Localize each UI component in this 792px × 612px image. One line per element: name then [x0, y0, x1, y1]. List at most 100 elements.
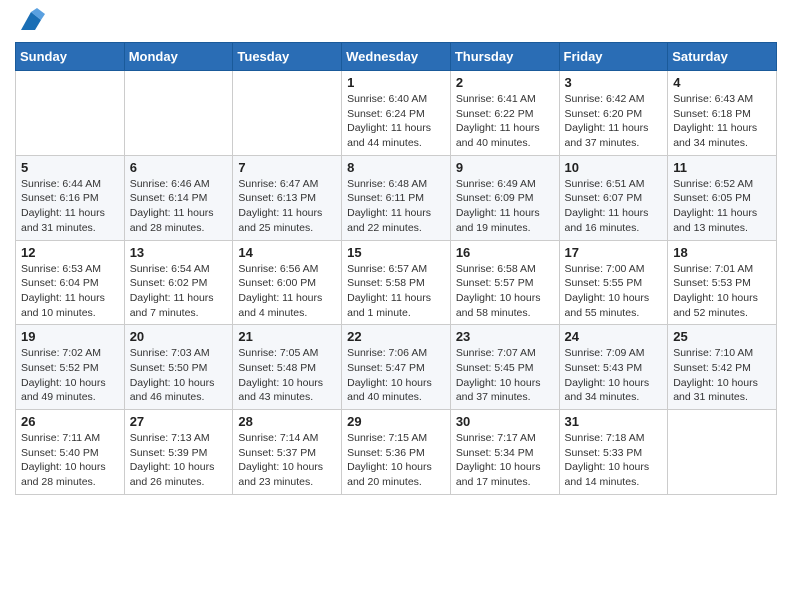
day-cell: 2Sunrise: 6:41 AM Sunset: 6:22 PM Daylig…	[450, 71, 559, 156]
day-cell: 26Sunrise: 7:11 AM Sunset: 5:40 PM Dayli…	[16, 410, 125, 495]
day-number: 19	[21, 329, 119, 344]
day-info: Sunrise: 7:14 AM Sunset: 5:37 PM Dayligh…	[238, 431, 336, 490]
day-info: Sunrise: 7:11 AM Sunset: 5:40 PM Dayligh…	[21, 431, 119, 490]
day-info: Sunrise: 7:00 AM Sunset: 5:55 PM Dayligh…	[565, 262, 663, 321]
day-number: 12	[21, 245, 119, 260]
day-number: 28	[238, 414, 336, 429]
day-info: Sunrise: 6:49 AM Sunset: 6:09 PM Dayligh…	[456, 177, 554, 236]
weekday-thursday: Thursday	[450, 43, 559, 71]
day-info: Sunrise: 6:58 AM Sunset: 5:57 PM Dayligh…	[456, 262, 554, 321]
day-cell: 17 Sunrise: 7:00 AM Sunset: 5:55 PM Dayli…	[559, 240, 668, 325]
day-number: 3	[565, 75, 663, 90]
day-cell: 14Sunrise: 6:56 AM Sunset: 6:00 PM Dayli…	[233, 240, 342, 325]
day-info: Sunrise: 7:10 AM Sunset: 5:42 PM Dayligh…	[673, 346, 771, 405]
day-cell: 10Sunrise: 6:51 AM Sunset: 6:07 PM Dayli…	[559, 155, 668, 240]
day-number: 31	[565, 414, 663, 429]
day-cell: 18 Sunrise: 7:01 AM Sunset: 5:53 PM Dayli…	[668, 240, 777, 325]
calendar-header: SundayMondayTuesdayWednesdayThursdayFrid…	[16, 43, 777, 71]
day-info: Sunrise: 7:03 AM Sunset: 5:50 PM Dayligh…	[130, 346, 228, 405]
week-row-3: 12 Sunrise: 6:53 AM Sunset: 6:04 PM Dayli…	[16, 240, 777, 325]
day-cell: 12 Sunrise: 6:53 AM Sunset: 6:04 PM Dayli…	[16, 240, 125, 325]
day-number: 7	[238, 160, 336, 175]
weekday-header-row: SundayMondayTuesdayWednesdayThursdayFrid…	[16, 43, 777, 71]
week-row-1: 1 Sunrise: 6:40 AM Sunset: 6:24 PM Daylig…	[16, 71, 777, 156]
day-number: 10	[565, 160, 663, 175]
day-number: 15	[347, 245, 445, 260]
day-info: Sunrise: 7:17 AM Sunset: 5:34 PM Dayligh…	[456, 431, 554, 490]
day-cell: 5 Sunrise: 6:44 AM Sunset: 6:16 PM Daylig…	[16, 155, 125, 240]
day-cell: 6 Sunrise: 6:46 AM Sunset: 6:14 PM Daylig…	[124, 155, 233, 240]
day-cell: 21 Sunrise: 7:05 AM Sunset: 5:48 PM Dayli…	[233, 325, 342, 410]
day-cell: 24 Sunrise: 7:09 AM Sunset: 5:43 PM Dayli…	[559, 325, 668, 410]
day-number: 13	[130, 245, 228, 260]
day-info: Sunrise: 7:15 AM Sunset: 5:36 PM Dayligh…	[347, 431, 445, 490]
day-info: Sunrise: 7:02 AM Sunset: 5:52 PM Dayligh…	[21, 346, 119, 405]
day-number: 5	[21, 160, 119, 175]
day-cell: 4Sunrise: 6:43 AM Sunset: 6:18 PM Daylig…	[668, 71, 777, 156]
day-cell: 31 Sunrise: 7:18 AM Sunset: 5:33 PM Dayli…	[559, 410, 668, 495]
day-number: 17	[565, 245, 663, 260]
day-number: 8	[347, 160, 445, 175]
day-cell: 3 Sunrise: 6:42 AM Sunset: 6:20 PM Daylig…	[559, 71, 668, 156]
day-info: Sunrise: 6:48 AM Sunset: 6:11 PM Dayligh…	[347, 177, 445, 236]
weekday-tuesday: Tuesday	[233, 43, 342, 71]
day-info: Sunrise: 6:44 AM Sunset: 6:16 PM Dayligh…	[21, 177, 119, 236]
day-number: 18	[673, 245, 771, 260]
weekday-wednesday: Wednesday	[342, 43, 451, 71]
week-row-4: 19 Sunrise: 7:02 AM Sunset: 5:52 PM Dayli…	[16, 325, 777, 410]
day-cell: 15 Sunrise: 6:57 AM Sunset: 5:58 PM Dayli…	[342, 240, 451, 325]
day-cell: 1 Sunrise: 6:40 AM Sunset: 6:24 PM Daylig…	[342, 71, 451, 156]
day-number: 1	[347, 75, 445, 90]
day-number: 9	[456, 160, 554, 175]
day-info: Sunrise: 7:01 AM Sunset: 5:53 PM Dayligh…	[673, 262, 771, 321]
day-number: 22	[347, 329, 445, 344]
day-info: Sunrise: 6:41 AM Sunset: 6:22 PM Dayligh…	[456, 92, 554, 151]
day-cell	[233, 71, 342, 156]
day-cell: 16 Sunrise: 6:58 AM Sunset: 5:57 PM Dayli…	[450, 240, 559, 325]
day-cell: 30Sunrise: 7:17 AM Sunset: 5:34 PM Dayli…	[450, 410, 559, 495]
day-info: Sunrise: 6:53 AM Sunset: 6:04 PM Dayligh…	[21, 262, 119, 321]
week-row-5: 26Sunrise: 7:11 AM Sunset: 5:40 PM Dayli…	[16, 410, 777, 495]
day-number: 24	[565, 329, 663, 344]
day-cell: 7Sunrise: 6:47 AM Sunset: 6:13 PM Daylig…	[233, 155, 342, 240]
day-cell: 23 Sunrise: 7:07 AM Sunset: 5:45 PM Dayli…	[450, 325, 559, 410]
calendar-body: 1 Sunrise: 6:40 AM Sunset: 6:24 PM Daylig…	[16, 71, 777, 495]
day-number: 27	[130, 414, 228, 429]
day-cell: 25 Sunrise: 7:10 AM Sunset: 5:42 PM Dayli…	[668, 325, 777, 410]
day-info: Sunrise: 7:13 AM Sunset: 5:39 PM Dayligh…	[130, 431, 228, 490]
day-info: Sunrise: 6:40 AM Sunset: 6:24 PM Dayligh…	[347, 92, 445, 151]
week-row-2: 5 Sunrise: 6:44 AM Sunset: 6:16 PM Daylig…	[16, 155, 777, 240]
day-info: Sunrise: 7:18 AM Sunset: 5:33 PM Dayligh…	[565, 431, 663, 490]
day-info: Sunrise: 6:46 AM Sunset: 6:14 PM Dayligh…	[130, 177, 228, 236]
day-cell: 9 Sunrise: 6:49 AM Sunset: 6:09 PM Daylig…	[450, 155, 559, 240]
day-number: 16	[456, 245, 554, 260]
weekday-sunday: Sunday	[16, 43, 125, 71]
day-number: 6	[130, 160, 228, 175]
logo-icon	[17, 8, 45, 36]
day-number: 25	[673, 329, 771, 344]
day-number: 29	[347, 414, 445, 429]
day-info: Sunrise: 7:05 AM Sunset: 5:48 PM Dayligh…	[238, 346, 336, 405]
day-info: Sunrise: 6:52 AM Sunset: 6:05 PM Dayligh…	[673, 177, 771, 236]
day-cell: 27 Sunrise: 7:13 AM Sunset: 5:39 PM Dayli…	[124, 410, 233, 495]
day-info: Sunrise: 6:57 AM Sunset: 5:58 PM Dayligh…	[347, 262, 445, 321]
logo	[15, 14, 45, 36]
calendar-table: SundayMondayTuesdayWednesdayThursdayFrid…	[15, 42, 777, 495]
day-number: 21	[238, 329, 336, 344]
day-info: Sunrise: 7:09 AM Sunset: 5:43 PM Dayligh…	[565, 346, 663, 405]
weekday-friday: Friday	[559, 43, 668, 71]
day-cell: 28 Sunrise: 7:14 AM Sunset: 5:37 PM Dayli…	[233, 410, 342, 495]
day-cell: 19 Sunrise: 7:02 AM Sunset: 5:52 PM Dayli…	[16, 325, 125, 410]
day-cell	[124, 71, 233, 156]
day-cell	[668, 410, 777, 495]
day-number: 4	[673, 75, 771, 90]
day-cell: 13 Sunrise: 6:54 AM Sunset: 6:02 PM Dayli…	[124, 240, 233, 325]
day-info: Sunrise: 7:07 AM Sunset: 5:45 PM Dayligh…	[456, 346, 554, 405]
day-number: 14	[238, 245, 336, 260]
day-number: 23	[456, 329, 554, 344]
header	[15, 10, 777, 36]
day-cell: 29 Sunrise: 7:15 AM Sunset: 5:36 PM Dayli…	[342, 410, 451, 495]
day-cell: 20Sunrise: 7:03 AM Sunset: 5:50 PM Dayli…	[124, 325, 233, 410]
day-info: Sunrise: 6:42 AM Sunset: 6:20 PM Dayligh…	[565, 92, 663, 151]
day-info: Sunrise: 6:54 AM Sunset: 6:02 PM Dayligh…	[130, 262, 228, 321]
